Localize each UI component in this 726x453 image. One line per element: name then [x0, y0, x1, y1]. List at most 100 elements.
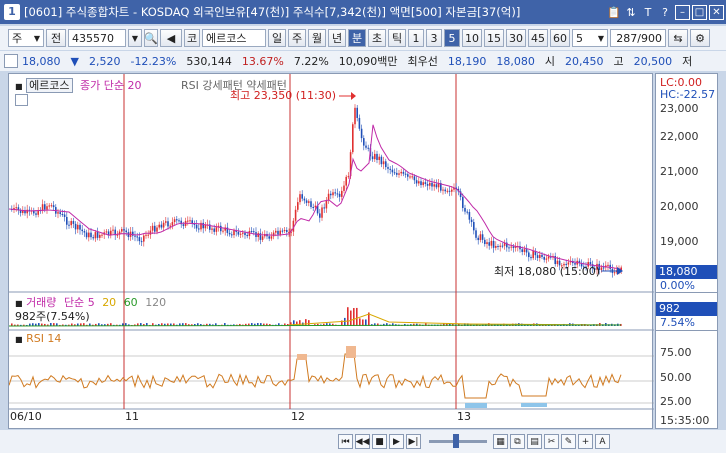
candle-body [52, 205, 55, 208]
candle-body [138, 237, 141, 242]
volume-tag: 982 [656, 302, 717, 316]
minimize-icon[interactable]: – [675, 4, 690, 20]
minute-1[interactable]: 1 [408, 29, 424, 47]
current-pct: 0.00% [660, 279, 695, 292]
code-input[interactable]: 435570 [68, 29, 126, 47]
sort-icon[interactable]: ⇅ [624, 5, 638, 19]
settings-icon[interactable]: ⚙ [690, 29, 710, 47]
period-month[interactable]: 월 [308, 29, 326, 47]
next-icon[interactable]: ▶| [406, 434, 421, 449]
legend-bullet-icon: ■ [15, 335, 23, 344]
candle-body [512, 246, 515, 248]
candle-body [492, 240, 495, 248]
price-tick: 23,000 [660, 102, 699, 115]
candle-body [365, 145, 367, 148]
chart-svg [8, 74, 654, 410]
market-select[interactable]: 주 ▼ [8, 29, 44, 47]
candle-body [156, 227, 158, 232]
grid-icon[interactable]: ▦ [493, 434, 508, 449]
legend-bullet-icon: ■ [15, 299, 23, 308]
expand-icon[interactable] [4, 54, 18, 68]
tool-icon[interactable]: ✂ [544, 434, 559, 449]
minute-15[interactable]: 15 [484, 29, 504, 47]
candle-body [198, 228, 200, 230]
candle-body [475, 230, 477, 238]
draw-icon[interactable]: ✎ [561, 434, 576, 449]
close-icon[interactable]: ✕ [709, 4, 724, 20]
candle-body [343, 185, 345, 191]
period-second[interactable]: 초 [368, 29, 386, 47]
candle-body [433, 184, 435, 187]
candle-body [90, 232, 92, 238]
candle-body [479, 234, 482, 241]
search-icon[interactable]: 🔍 [144, 29, 158, 47]
candle-body [305, 200, 308, 203]
candle-body [327, 193, 330, 201]
page-counter: 287/900 [610, 29, 666, 47]
candle-body [345, 176, 347, 186]
candle-body [50, 205, 53, 207]
period-tick[interactable]: 틱 [388, 29, 406, 47]
candle-body [314, 205, 317, 208]
sound-icon[interactable]: ◀ [160, 29, 182, 47]
minute-45[interactable]: 45 [528, 29, 548, 47]
candle-body [426, 183, 429, 186]
volume: 530,144 [186, 54, 232, 68]
period-mode-button[interactable]: 전 [46, 29, 66, 47]
candle-body [301, 194, 303, 199]
period-year[interactable]: 년 [328, 29, 346, 47]
candle-body [151, 225, 154, 231]
exchange-button[interactable]: 코 [184, 29, 200, 47]
prev-icon[interactable]: ◀◀ [355, 434, 370, 449]
table-icon[interactable] [15, 94, 28, 106]
interval-select[interactable]: 5 ▼ [572, 29, 608, 47]
stop-icon[interactable]: ■ [372, 434, 387, 449]
x-label: 12 [291, 410, 305, 423]
minute-5[interactable]: 5 [444, 29, 460, 47]
candle-body [429, 182, 431, 186]
arrange-icon[interactable]: ⇆ [668, 29, 688, 47]
candle-body [352, 124, 354, 153]
clipboard-icon[interactable]: 📋 [607, 5, 621, 19]
period-week[interactable]: 주 [288, 29, 306, 47]
minute-3[interactable]: 3 [426, 29, 442, 47]
candle-body [323, 207, 325, 209]
plus-icon[interactable]: + [578, 434, 593, 449]
volume-current: 982주(7.54%) [15, 310, 90, 323]
minute-60[interactable]: 60 [550, 29, 570, 47]
candle-body [468, 211, 471, 220]
first-icon[interactable]: ⏮ [338, 434, 353, 449]
candle-body [341, 190, 343, 197]
copy-icon[interactable]: ⧉ [510, 434, 525, 449]
maximize-icon[interactable]: □ [692, 4, 707, 20]
price-legend-name[interactable]: 에르코스 [26, 78, 73, 93]
candle-body [173, 219, 176, 223]
font-icon[interactable]: A [595, 434, 610, 449]
minute-30[interactable]: 30 [506, 29, 526, 47]
help-icon[interactable]: ? [658, 5, 672, 19]
candle-body [541, 254, 543, 257]
period-day[interactable]: 일 [268, 29, 286, 47]
chart-area[interactable]: ■ 에르코스 종가 단순 20 RSI 강세패턴 약세패턴 최고 23,350 … [8, 73, 654, 429]
stock-name-field[interactable]: 에르코스 [202, 29, 266, 47]
candle-body [521, 249, 523, 252]
candle-body [442, 189, 444, 191]
candle-body [96, 232, 99, 238]
volume-pct: 7.54% [660, 316, 695, 329]
rsi-legend-name[interactable]: RSI 14 [26, 332, 61, 345]
zoom-slider-handle[interactable] [453, 434, 459, 448]
play-icon[interactable]: ▶ [389, 434, 404, 449]
hc-value: HC:-22.57 [660, 88, 716, 101]
volume-bar [350, 310, 352, 326]
period-minute[interactable]: 분 [348, 29, 366, 47]
text-icon[interactable]: T [641, 5, 655, 19]
layout-icon[interactable]: ▤ [527, 434, 542, 449]
candle-body [195, 224, 198, 229]
ma-legend[interactable]: 종가 단순 20 [80, 79, 141, 92]
low-annotation: 최저 18,080 (15:00) [494, 265, 601, 278]
candle-body [600, 267, 603, 270]
zoom-slider[interactable] [429, 434, 487, 448]
candle-body [116, 234, 119, 236]
minute-10[interactable]: 10 [462, 29, 482, 47]
code-dropdown-icon[interactable]: ▼ [128, 29, 142, 47]
